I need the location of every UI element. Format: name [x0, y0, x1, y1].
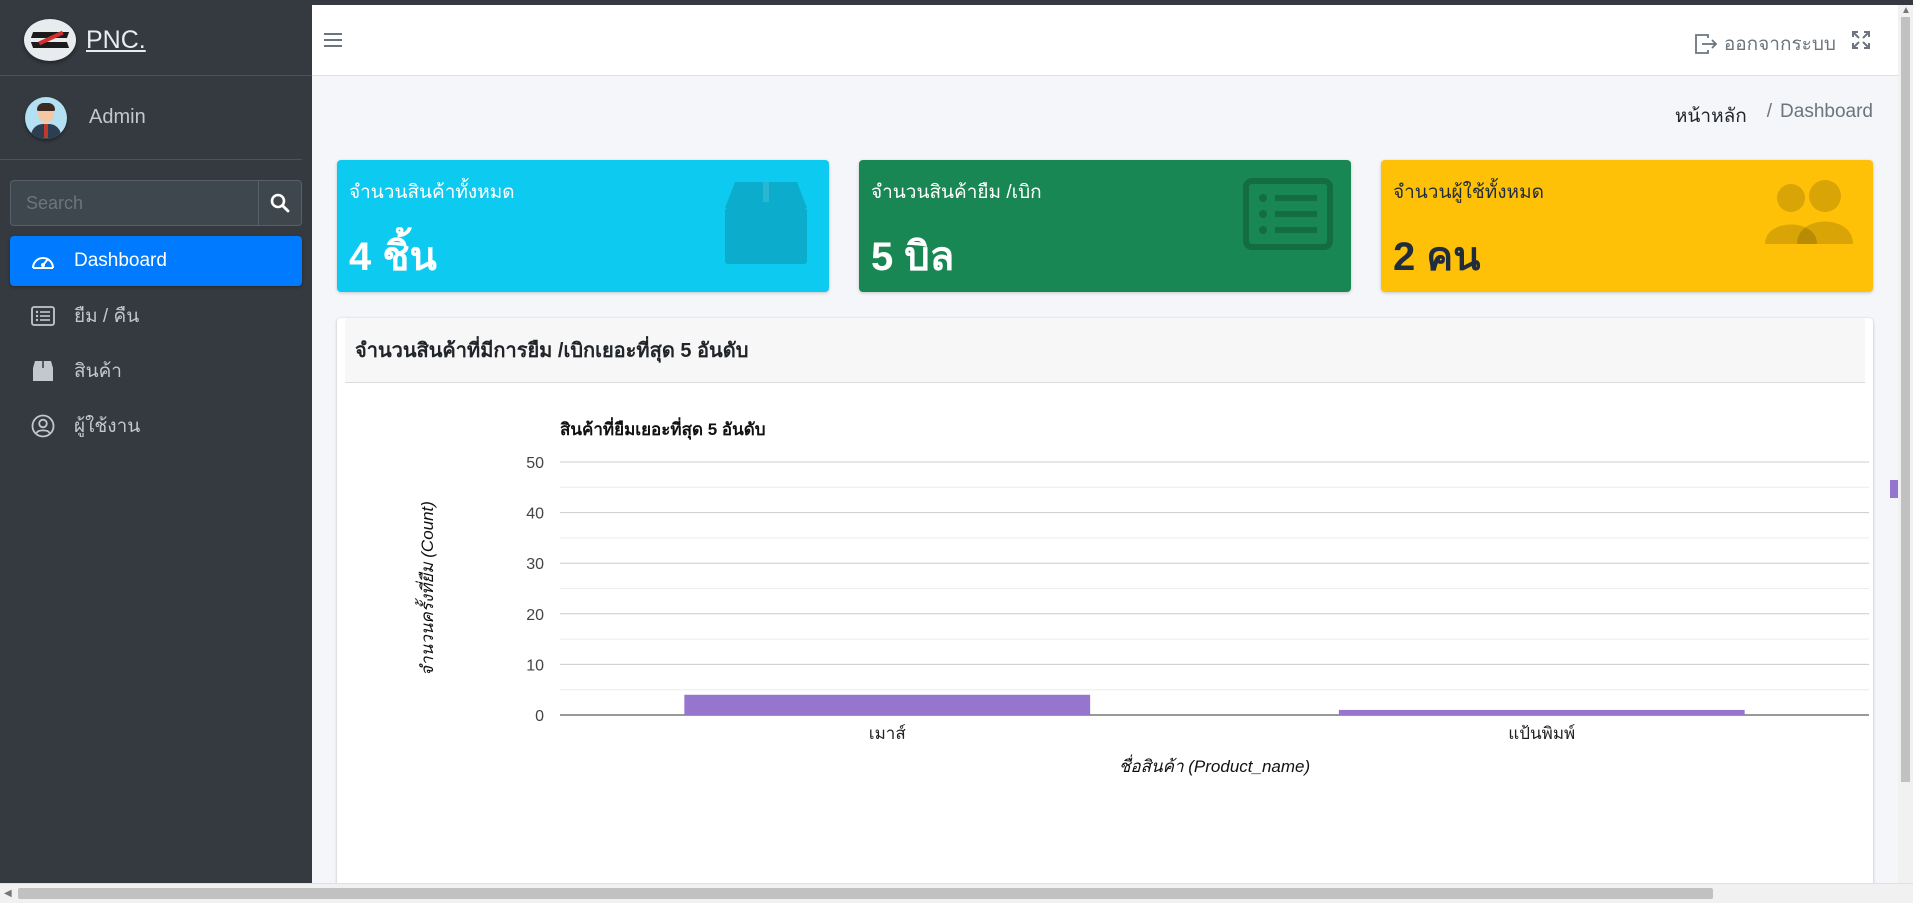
stat-box-products: จำนวนสินค้าทั้งหมด 4 ชิ้น — [337, 160, 829, 292]
users-icon — [1765, 180, 1853, 244]
sidebar-item-products[interactable]: สินค้า — [10, 346, 302, 396]
sidebar-nav: Dashboard ยืม / คืน สินค้า ผู้ใช้งาน — [10, 236, 302, 451]
y-tick-label: 50 — [526, 455, 544, 472]
search-button[interactable] — [258, 180, 302, 226]
bar — [1338, 709, 1745, 715]
stat-label: จำนวนสินค้ายืม /เบิก — [871, 182, 1042, 203]
breadcrumb: หน้าหลัก / Dashboard — [1675, 101, 1873, 131]
bar — [684, 694, 1091, 715]
side-tab[interactable] — [1890, 480, 1898, 498]
brand-logo — [24, 19, 76, 61]
stat-value: 5 บิล — [871, 235, 955, 279]
scroll-left-icon[interactable]: ◀ — [4, 888, 12, 899]
bar-chart: 0 10 20 30 40 50 เมาส์ แป้นพิมพ์ สินค้าที่ยืมเยอ… — [414, 417, 1869, 776]
stat-value: 2 คน — [1393, 235, 1481, 279]
sidebar-search — [10, 180, 302, 226]
x-tick-label: แป้นพิมพ์ — [1508, 724, 1575, 743]
stat-value: 4 ชิ้น — [349, 235, 437, 279]
fullscreen-icon[interactable] — [1852, 31, 1870, 54]
chart-area: 0 10 20 30 40 50 เมาส์ แป้นพิมพ์ สินค้าที่ยืมเยอ… — [337, 384, 1873, 903]
y-tick-label: 20 — [526, 607, 544, 624]
logout-icon — [1694, 34, 1718, 54]
logout-label: ออกจากระบบ — [1723, 34, 1836, 55]
sidebar-item-label: สินค้า — [74, 361, 122, 382]
user-circle-icon — [30, 413, 56, 439]
stat-label: จำนวนสินค้าทั้งหมด — [349, 182, 515, 203]
search-input[interactable] — [10, 180, 258, 226]
user-name[interactable]: Admin — [89, 106, 146, 129]
menu-toggle-icon[interactable] — [324, 33, 342, 51]
card-title: จำนวนสินค้าที่มีการยืม /เบิกเยอะที่สุด 5… — [345, 318, 1865, 383]
x-tick-label: เมาส์ — [869, 724, 907, 743]
y-tick-label: 30 — [526, 556, 544, 573]
horizontal-scrollbar[interactable]: ◀ — [0, 883, 1913, 903]
stat-label: จำนวนผู้ใช้ทั้งหมด — [1393, 182, 1544, 203]
y-tick-label: 10 — [526, 657, 544, 674]
top-navbar: ออกจากระบบ — [312, 5, 1898, 76]
scroll-up-icon[interactable]: ▲ — [1901, 5, 1911, 16]
sidebar-item-label: ยืม / คืน — [74, 306, 140, 327]
list-icon — [30, 303, 56, 329]
horizontal-scrollbar-thumb[interactable] — [18, 888, 1713, 899]
vertical-scrollbar-thumb[interactable] — [1901, 17, 1910, 782]
x-axis-label: ชื่อสินค้า (Product_name) — [1119, 754, 1310, 776]
logout-link[interactable]: ออกจากระบบ — [1694, 29, 1836, 59]
sidebar-item-dashboard[interactable]: Dashboard — [10, 236, 302, 286]
stat-box-borrows: จำนวนสินค้ายืม /เบิก 5 บิล — [859, 160, 1351, 292]
breadcrumb-home[interactable]: หน้าหลัก — [1675, 101, 1747, 131]
vertical-scrollbar[interactable]: ▲ — [1898, 5, 1913, 883]
list-icon — [1243, 178, 1333, 250]
dashboard-icon — [30, 248, 56, 274]
box-icon — [725, 182, 807, 264]
y-tick-label: 40 — [526, 506, 544, 523]
sidebar-item-label: Dashboard — [74, 250, 167, 271]
y-tick-label: 0 — [535, 708, 544, 725]
sidebar: PNC. Admin Dashboard ยืม / คืน — [0, 5, 312, 883]
chart-title: สินค้าที่ยืมเยอะที่สุด 5 อันดับ — [560, 417, 766, 440]
brand-name[interactable]: PNC. — [86, 26, 146, 55]
sidebar-item-borrow-return[interactable]: ยืม / คืน — [10, 291, 302, 341]
breadcrumb-current: Dashboard — [1780, 101, 1873, 122]
sidebar-item-label: ผู้ใช้งาน — [74, 416, 141, 437]
stat-box-users: จำนวนผู้ใช้ทั้งหมด 2 คน — [1381, 160, 1873, 292]
search-icon — [270, 193, 290, 213]
sidebar-item-users[interactable]: ผู้ใช้งาน — [10, 401, 302, 451]
breadcrumb-separator: / — [1766, 101, 1773, 122]
brand-link[interactable]: PNC. — [0, 5, 312, 76]
chart-card: จำนวนสินค้าที่มีการยืม /เบิกเยอะที่สุด 5… — [337, 318, 1873, 903]
y-axis-label: จำนวนครั้งที่ยืม (Count) — [414, 501, 437, 676]
user-panel: Admin — [0, 76, 302, 160]
box-icon — [30, 358, 56, 384]
avatar[interactable] — [25, 96, 67, 139]
